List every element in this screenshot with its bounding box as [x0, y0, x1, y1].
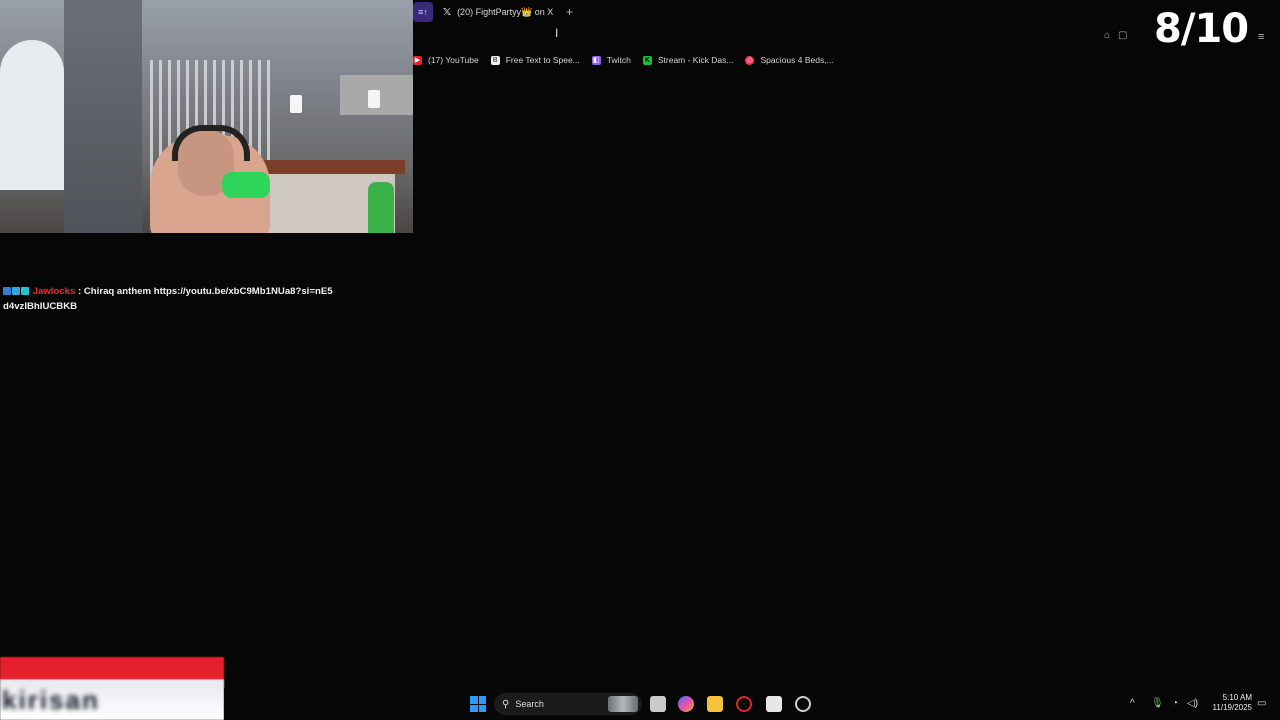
pin-icon[interactable]: ⌂	[1104, 30, 1110, 41]
taskbar-search[interactable]: ⚲ Search	[494, 693, 642, 715]
stone-pillar	[64, 0, 142, 233]
bookmark-kick[interactable]: K Stream - Kick Das...	[642, 55, 734, 65]
sub-badge-icon	[12, 287, 20, 295]
wifi-icon[interactable]: ◔	[1172, 698, 1178, 709]
x-logo-icon: 𝕏	[443, 6, 452, 18]
chat-username[interactable]: Jawlocks	[33, 286, 76, 297]
bookmark-twitch[interactable]: ◧ Twitch	[591, 55, 631, 65]
webcam-feed	[0, 0, 413, 233]
airbnb-icon: ◇	[745, 55, 755, 65]
bookmark-label: Stream - Kick Das...	[657, 55, 734, 65]
settings-icon[interactable]	[795, 696, 811, 712]
copilot-icon[interactable]	[678, 696, 694, 712]
chat-message: Jawlocks : Chiraq anthem https://youtu.b…	[3, 284, 333, 314]
search-highlight-icon	[608, 696, 638, 712]
youtube-icon: ▶	[413, 55, 422, 65]
pendant-lamp	[290, 95, 302, 113]
clock-date: 11/19/2025	[1212, 703, 1252, 712]
active-tab[interactable]: ≡↑	[413, 2, 433, 22]
text-cursor-icon: I	[555, 26, 559, 40]
blurred-logo: kirisan	[2, 685, 100, 715]
chat-separator: :	[75, 286, 84, 297]
search-icon: ⚲	[502, 698, 510, 710]
document-icon: B	[490, 55, 500, 65]
kick-icon: K	[642, 55, 652, 65]
task-view-icon[interactable]	[650, 696, 666, 712]
headset	[172, 125, 250, 161]
pendant-lamp	[368, 90, 380, 108]
volume-icon[interactable]: ◁)	[1187, 698, 1198, 709]
windows-taskbar	[224, 688, 1280, 720]
screenshot-icon[interactable]: ▢	[1118, 30, 1127, 41]
notification-icon[interactable]: ▭	[1257, 698, 1266, 709]
browser-tab-bar: ≡↑ 𝕏 (20) FightPartyy👑 on X +	[413, 0, 1280, 24]
windows-start-icon[interactable]	[470, 696, 486, 712]
bookmarks-bar: ▶ (17) YouTube B Free Text to Spee... ◧ …	[413, 52, 834, 68]
kitchen-counter	[255, 160, 405, 174]
archway	[0, 40, 64, 190]
bookmark-label: Twitch	[606, 55, 631, 65]
tray-chevron-icon[interactable]: ^	[1130, 698, 1135, 709]
search-label: Search	[515, 699, 544, 709]
twitch-icon: ◧	[591, 55, 601, 65]
verified-badge-icon	[3, 287, 11, 295]
bookmark-airbnb[interactable]: ◇ Spacious 4 Beds,...	[745, 55, 834, 65]
menu-icon[interactable]: ≡	[1258, 31, 1264, 43]
microphone-icon[interactable]: 🎙	[1151, 698, 1164, 709]
green-object	[222, 172, 270, 198]
rating-score-overlay: 8/10	[1154, 6, 1249, 52]
gift-badge-icon	[21, 287, 29, 295]
store-icon[interactable]	[766, 696, 782, 712]
clock-time: 5:10 AM	[1222, 693, 1252, 702]
new-tab-button[interactable]: +	[566, 4, 573, 20]
tab-fightpartyy[interactable]: 𝕏 (20) FightPartyy👑 on X	[443, 4, 553, 20]
bookmark-label: (17) YouTube	[428, 55, 479, 65]
browser-toolbar-icons: ⌂ ▢	[1104, 30, 1128, 41]
file-explorer-icon[interactable]	[707, 696, 723, 712]
tab-label: (20) FightPartyy👑 on X	[457, 6, 554, 17]
bookmark-youtube[interactable]: ▶ (17) YouTube	[413, 55, 479, 65]
soda-bottle	[368, 182, 394, 233]
bookmark-text-to-speech[interactable]: B Free Text to Spee...	[490, 55, 580, 65]
taskbar-clock[interactable]: 5:10 AM 11/19/2025	[1206, 693, 1252, 713]
bookmark-label: Spacious 4 Beds,...	[760, 55, 834, 65]
blurred-promo-widget: kirisan	[0, 657, 224, 720]
opera-icon[interactable]	[736, 696, 752, 712]
bookmark-label: Free Text to Spee...	[505, 55, 580, 65]
